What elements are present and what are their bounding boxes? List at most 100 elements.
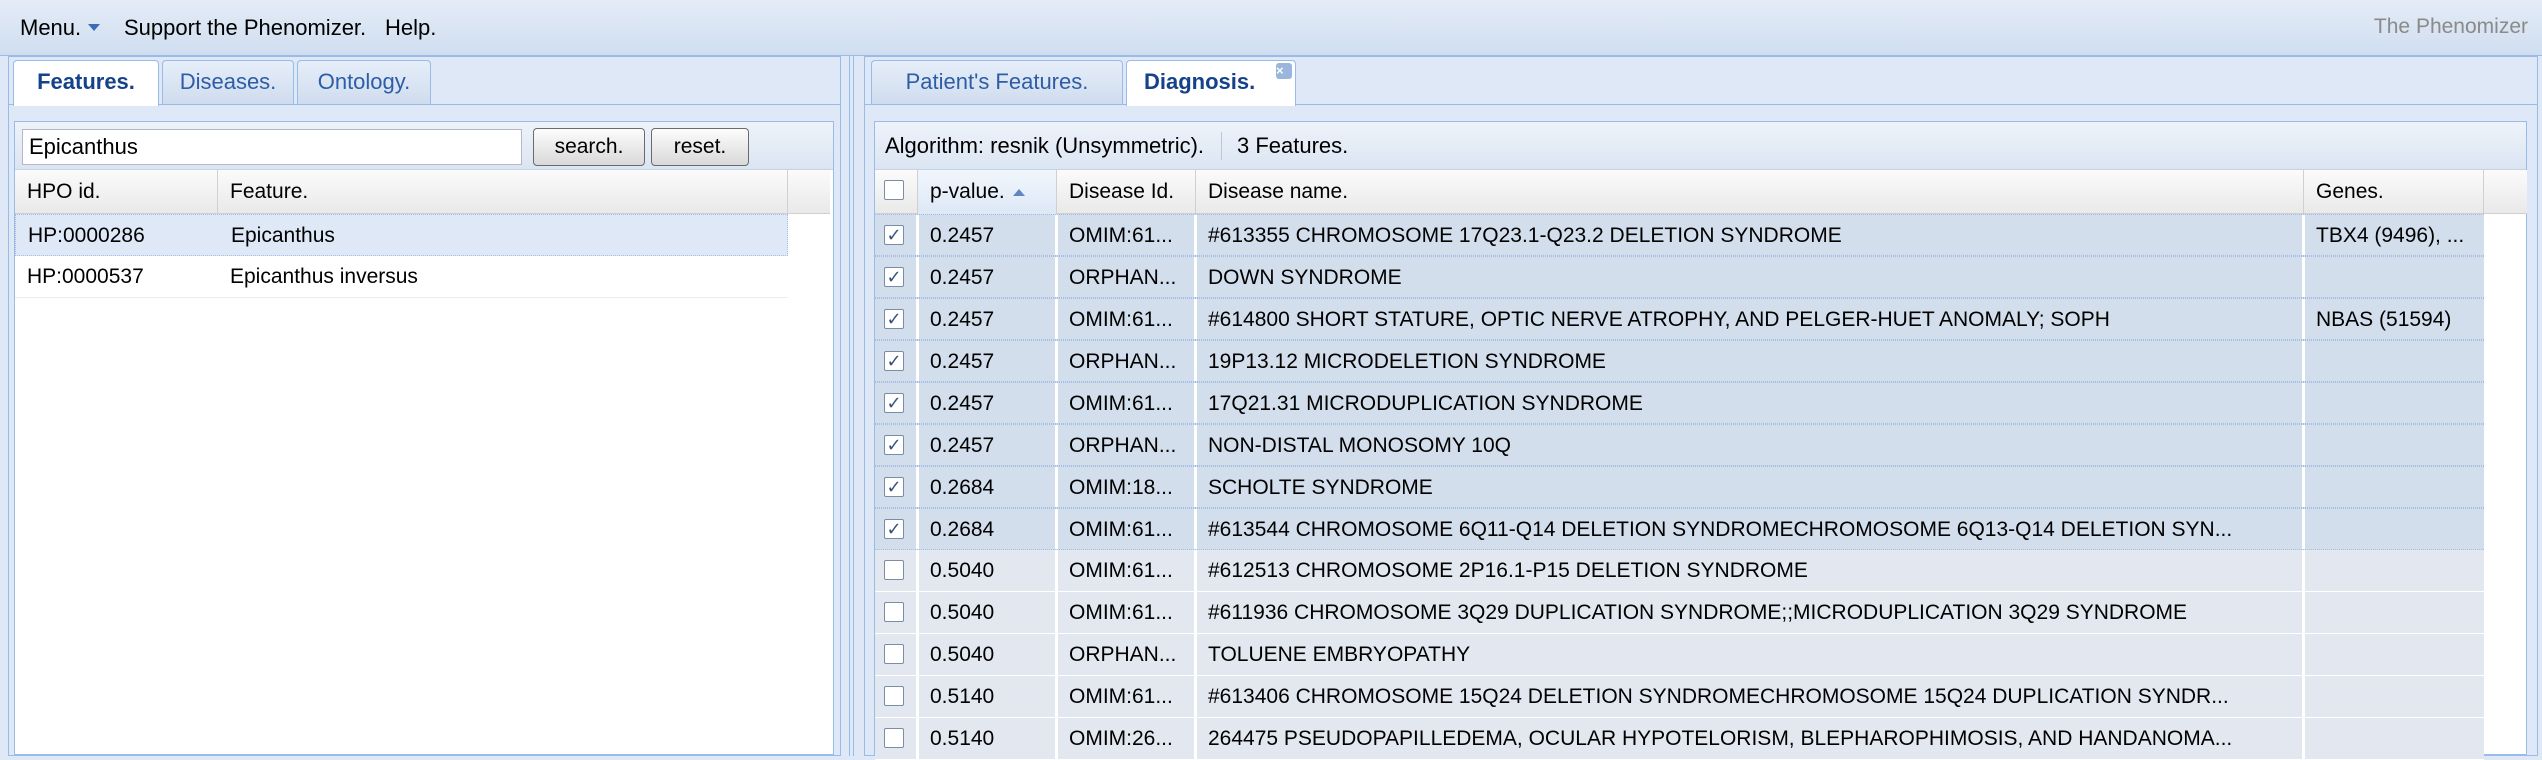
row-checkbox[interactable]: ✓ (884, 393, 904, 413)
disease-name-cell: #612513 CHROMOSOME 2P16.1-P15 DELETION S… (1208, 559, 1808, 582)
select-all-header (875, 170, 918, 214)
reset-button[interactable]: reset. (651, 128, 749, 166)
table-row[interactable]: 0.5040 OMIM:61... #612513 CHROMOSOME 2P16.… (875, 550, 2484, 592)
table-row[interactable]: ✓ 0.2457 ORPHAN... DOWN SYNDROME (875, 256, 2484, 298)
diagnosis-grid-header: p-value. Disease Id. Disease name. Genes… (875, 170, 2527, 214)
row-checkbox[interactable] (884, 644, 904, 664)
row-checkbox[interactable]: ✓ (884, 435, 904, 455)
table-row[interactable]: 0.5140 OMIM:61... #613406 CHROMOSOME 15Q24… (875, 676, 2484, 718)
column-divider (2302, 383, 2305, 423)
disease-id-cell: OMIM:61... (1069, 559, 1173, 582)
column-divider (1055, 425, 1058, 465)
column-divider (1194, 634, 1197, 675)
genes-cell: NBAS (51594) (2316, 308, 2452, 331)
row-checkbox[interactable]: ✓ (884, 267, 904, 287)
genes-cell (2304, 467, 2484, 508)
column-divider (2302, 467, 2305, 507)
tab-ontology[interactable]: Ontology. (297, 60, 431, 104)
disease-name-cell: #614800 SHORT STATURE, OPTIC NERVE ATROP… (1208, 308, 2110, 331)
chevron-down-icon[interactable] (88, 24, 100, 31)
column-divider (916, 634, 919, 675)
tab-features[interactable]: Features. (13, 60, 159, 106)
genes-cell (2304, 550, 2484, 591)
column-header-disease-id[interactable]: Disease Id. (1057, 170, 1196, 214)
table-row[interactable]: 0.5040 OMIM:61... #611936 CHROMOSOME 3Q29 … (875, 592, 2484, 634)
search-input[interactable] (22, 129, 522, 165)
row-checkbox[interactable] (884, 560, 904, 580)
tab-patients-features[interactable]: Patient's Features. (871, 60, 1123, 104)
column-divider (916, 257, 919, 297)
menu-bar: Menu. Support the Phenomizer. Help. The … (0, 0, 2542, 56)
left-panel: Features. Diseases. Ontology. search. re… (8, 56, 841, 756)
disease-id-cell: ORPHAN... (1069, 434, 1177, 457)
column-divider (1055, 299, 1058, 339)
row-checkbox[interactable]: ✓ (884, 351, 904, 371)
disease-name-cell: 17Q21.31 MICRODUPLICATION SYNDROME (1208, 392, 1643, 415)
row-checkbox[interactable] (884, 728, 904, 748)
column-divider (1055, 509, 1058, 549)
search-button[interactable]: search. (533, 128, 645, 166)
table-row[interactable]: ✓ 0.2457 ORPHAN... 19P13.12 MICRODELETION S… (875, 340, 2484, 382)
disease-name-cell: NON-DISTAL MONOSOMY 10Q (1208, 434, 1511, 457)
column-divider (1055, 341, 1058, 381)
column-divider (2302, 299, 2305, 339)
menu-button[interactable]: Menu. (20, 15, 81, 41)
table-row[interactable]: ✓ 0.2457 OMIM:61... 17Q21.31 MICRODUPLICATI… (875, 382, 2484, 424)
disease-id-cell: ORPHAN... (1069, 266, 1177, 289)
tab-diseases[interactable]: Diseases. (162, 60, 294, 104)
column-divider (1055, 383, 1058, 423)
table-row[interactable]: ✓ 0.2684 OMIM:61... #613544 CHROMOSOME 6Q11… (875, 508, 2484, 550)
help-link[interactable]: Help. (385, 15, 436, 41)
disease-name-cell: TOLUENE EMBRYOPATHY (1208, 643, 1471, 666)
column-divider (916, 215, 919, 255)
close-icon[interactable]: × (1276, 63, 1292, 79)
select-all-checkbox[interactable] (884, 180, 904, 200)
table-row[interactable]: ✓ 0.2457 ORPHAN... NON-DISTAL MONOSOMY 10Q (875, 424, 2484, 466)
table-row[interactable]: HP:0000286 Epicanthus (15, 214, 788, 256)
disease-id-cell: OMIM:61... (1069, 308, 1173, 331)
column-divider (916, 383, 919, 423)
row-checkbox[interactable] (884, 686, 904, 706)
row-checkbox[interactable]: ✓ (884, 309, 904, 329)
column-header-spacer (788, 170, 830, 214)
tab-diagnosis[interactable]: Diagnosis. × (1126, 60, 1296, 106)
table-row[interactable]: ✓ 0.2684 OMIM:18... SCHOLTE SYNDROME (875, 466, 2484, 508)
disease-name-cell: DOWN SYNDROME (1208, 266, 1402, 289)
p-value-cell: 0.2457 (930, 224, 995, 247)
disease-name-cell: 264475 PSEUDOPAPILLEDEMA, OCULAR HYPOTEL… (1208, 727, 2233, 750)
column-header-disease-name[interactable]: Disease name. (1196, 170, 2304, 214)
table-row[interactable]: 0.5040 ORPHAN... TOLUENE EMBRYOPATHY (875, 634, 2484, 676)
disease-id-cell: OMIM:26... (1069, 727, 1173, 750)
support-link[interactable]: Support the Phenomizer. (124, 15, 366, 41)
column-divider (1055, 550, 1058, 591)
p-value-cell: 0.5040 (930, 601, 995, 624)
column-divider (1194, 257, 1197, 297)
genes-cell: TBX4 (9496), ... (2316, 224, 2465, 247)
row-checkbox[interactable]: ✓ (884, 477, 904, 497)
table-row[interactable]: HP:0000537 Epicanthus inversus (15, 256, 788, 298)
column-header-genes[interactable]: Genes. (2304, 170, 2484, 214)
column-divider (1194, 425, 1197, 465)
toolbar-separator (1221, 132, 1222, 160)
row-checkbox[interactable]: ✓ (884, 225, 904, 245)
column-header-hpo-id[interactable]: HPO id. (15, 170, 218, 214)
table-row[interactable]: ✓ 0.2457 OMIM:61... #614800 SHORT STATURE, … (875, 298, 2484, 340)
column-divider (916, 299, 919, 339)
genes-cell (2304, 634, 2484, 675)
column-divider (916, 425, 919, 465)
table-row[interactable]: ✓ 0.2457 OMIM:61... #613355 CHROMOSOME 17Q2… (875, 214, 2484, 256)
column-header-spacer (2484, 170, 2527, 214)
disease-name-cell: SCHOLTE SYNDROME (1208, 476, 1433, 499)
column-divider (916, 467, 919, 507)
row-checkbox[interactable] (884, 602, 904, 622)
column-divider (2302, 425, 2305, 465)
features-panel-body: search. reset. HPO id. Feature. HP:00002… (14, 121, 834, 755)
column-header-feature[interactable]: Feature. (218, 170, 788, 214)
column-divider (2302, 509, 2305, 549)
column-header-p-value[interactable]: p-value. (918, 170, 1057, 214)
diagnosis-toolbar: Algorithm: resnik (Unsymmetric). 3 Featu… (875, 122, 2526, 170)
table-row[interactable]: 0.5140 OMIM:26... 264475 PSEUDOPAPILLEDEMA… (875, 718, 2484, 760)
row-checkbox[interactable]: ✓ (884, 519, 904, 539)
column-divider (1194, 509, 1197, 549)
panel-splitter[interactable] (841, 56, 864, 756)
